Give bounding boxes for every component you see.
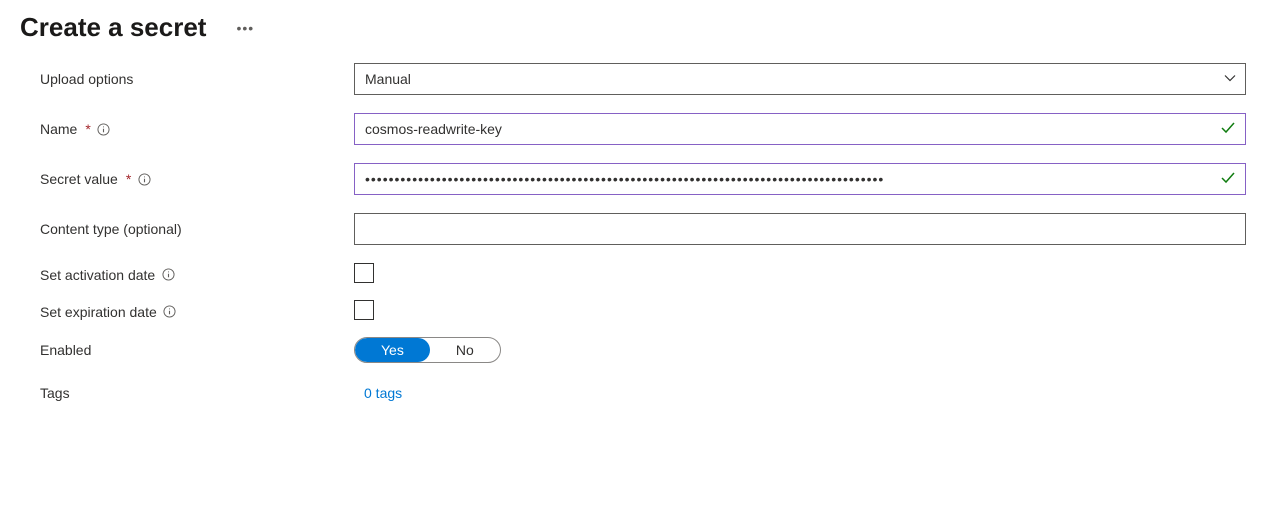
expiration-date-label: Set expiration date [40,304,157,320]
ellipsis-icon: ••• [236,20,254,36]
expiration-date-checkbox[interactable] [354,300,374,320]
tags-label: Tags [40,385,70,401]
more-actions-button[interactable]: ••• [236,20,254,36]
content-type-input[interactable] [354,213,1246,245]
name-input[interactable] [354,113,1246,145]
upload-options-select[interactable]: Manual [354,63,1246,95]
enabled-yes-button[interactable]: Yes [355,338,430,362]
create-secret-form: Upload options Manual Name * [0,43,1270,401]
required-asterisk: * [85,121,90,137]
content-type-label: Content type (optional) [40,221,182,237]
upload-options-value[interactable]: Manual [354,63,1246,95]
enabled-no-button[interactable]: No [430,338,500,362]
secret-value-label: Secret value [40,171,118,187]
info-icon[interactable] [137,172,151,186]
info-icon[interactable] [97,122,111,136]
activation-date-checkbox[interactable] [354,263,374,283]
page-title: Create a secret [20,12,206,43]
enabled-toggle: Yes No [354,337,501,363]
activation-date-label: Set activation date [40,267,155,283]
upload-options-label: Upload options [40,71,133,87]
info-icon[interactable] [163,305,177,319]
enabled-label: Enabled [40,342,91,358]
tags-link[interactable]: 0 tags [354,385,402,401]
info-icon[interactable] [161,268,175,282]
secret-value-input[interactable] [354,163,1246,195]
required-asterisk: * [126,171,131,187]
name-label: Name [40,121,77,137]
